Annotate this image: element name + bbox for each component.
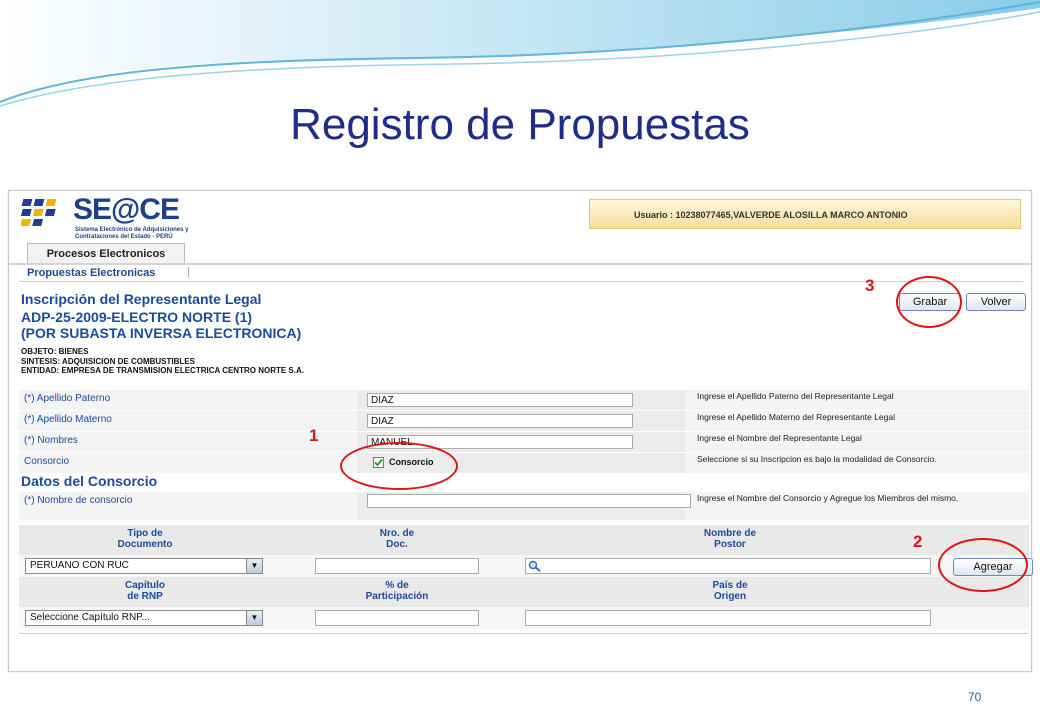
row-consorcio: Consorcio Consorcio Seleccione si su Ins… bbox=[19, 453, 1029, 474]
members-grid-row-1: PERUANO CON RUC ▼ Agregar bbox=[19, 555, 1033, 577]
row-apellido-paterno: (*) Apellido Paterno DIAZ Ingrese el Ape… bbox=[19, 390, 1029, 411]
nombres-label: (*) Nombres bbox=[24, 435, 78, 446]
process-line-1: ADP-25-2009-ELECTRO NORTE (1) bbox=[21, 309, 253, 325]
apellido-paterno-input[interactable]: DIAZ bbox=[367, 393, 633, 407]
seace-logo-text: SE@CE bbox=[73, 193, 180, 226]
objeto-text: OBJETO: BIENES bbox=[21, 347, 89, 356]
tipo-documento-select[interactable]: PERUANO CON RUC ▼ bbox=[25, 558, 263, 574]
apellido-materno-cell: DIAZ bbox=[357, 411, 685, 431]
volver-button[interactable]: Volver bbox=[966, 293, 1026, 311]
row-nombre-consorcio: (*) Nombre de consorcio Ingrese el Nombr… bbox=[19, 492, 1029, 521]
row-nombres: (*) Nombres MANUEL Ingrese el Nombre del… bbox=[19, 432, 1029, 453]
seace-logo-icon bbox=[20, 199, 57, 226]
annotation-circle-2 bbox=[938, 538, 1028, 592]
subtab-propuestas-electronicas[interactable]: Propuestas Electronicas bbox=[27, 267, 155, 279]
grid-bottom-divider bbox=[19, 633, 1029, 634]
participacion-input[interactable] bbox=[315, 610, 479, 626]
nombre-postor-input[interactable] bbox=[525, 558, 931, 574]
annotation-number-3: 3 bbox=[865, 276, 875, 295]
row-apellido-materno: (*) Apellido Materno DIAZ Ingrese el Ape… bbox=[19, 411, 1029, 432]
search-icon[interactable] bbox=[528, 560, 542, 572]
annotation-circle-1 bbox=[340, 442, 458, 490]
nombre-consorcio-hint: Ingrese el Nombre del Consorcio y Agregu… bbox=[697, 493, 959, 503]
process-meta: OBJETO: BIENES SINTESIS: ADQUISICION DE … bbox=[21, 347, 304, 376]
apellido-materno-hint: Ingrese el Apellido Materno del Represen… bbox=[697, 412, 895, 422]
user-label: Usuario : bbox=[634, 210, 674, 220]
consorcio-label: Consorcio bbox=[24, 456, 70, 467]
capitulo-rnp-value: Seleccione Capítulo RNP... bbox=[30, 612, 150, 623]
dropdown-arrow-icon[interactable]: ▼ bbox=[246, 611, 262, 625]
user-value: 10238077465,VALVERDE ALOSILLA MARCO ANTO… bbox=[675, 210, 908, 220]
apellido-paterno-cell: DIAZ bbox=[357, 390, 685, 410]
apellido-materno-input[interactable]: DIAZ bbox=[367, 414, 633, 428]
tab-procesos-electronicos[interactable]: Procesos Electronicos bbox=[27, 243, 185, 264]
seace-logo: SE@CE Sistema Electrónico de Adquisicion… bbox=[20, 193, 188, 240]
header-wave-decoration bbox=[0, 0, 1040, 107]
members-grid-header-2 bbox=[19, 577, 1029, 607]
capitulo-rnp-select[interactable]: Seleccione Capítulo RNP... ▼ bbox=[25, 610, 263, 626]
annotation-number-2: 2 bbox=[913, 532, 923, 551]
consorcio-section-title: Datos del Consorcio bbox=[21, 473, 158, 489]
members-grid-row-2: Seleccione Capítulo RNP... ▼ bbox=[19, 607, 1029, 629]
process-title: ADP-25-2009-ELECTRO NORTE (1) (POR SUBAS… bbox=[21, 309, 301, 341]
nombres-hint: Ingrese el Nombre del Representante Lega… bbox=[697, 433, 862, 443]
annotation-number-1: 1 bbox=[309, 426, 319, 445]
members-grid-header-1 bbox=[19, 525, 1029, 555]
subtab-separator: | bbox=[187, 266, 190, 278]
annotation-circle-3 bbox=[896, 276, 962, 328]
apellido-materno-label: (*) Apellido Materno bbox=[24, 414, 112, 425]
nombre-consorcio-cell bbox=[357, 492, 691, 520]
apellido-paterno-label: (*) Apellido Paterno bbox=[24, 393, 111, 404]
page-number: 70 bbox=[968, 690, 982, 704]
sintesis-text: SINTESIS: ADQUISICION DE COMBUSTIBLES bbox=[21, 356, 195, 366]
nro-doc-input[interactable] bbox=[315, 558, 479, 574]
apellido-paterno-hint: Ingrese el Apellido Paterno del Represen… bbox=[697, 391, 894, 401]
seace-logo-subtitle: Sistema Electrónico de Adquisiciones y C… bbox=[75, 227, 189, 240]
pais-origen-input[interactable] bbox=[525, 610, 931, 626]
dropdown-arrow-icon[interactable]: ▼ bbox=[246, 559, 262, 573]
tab-divider bbox=[9, 263, 1031, 265]
tipo-documento-value: PERUANO CON RUC bbox=[30, 560, 129, 571]
seace-screen: SE@CE Sistema Electrónico de Adquisicion… bbox=[8, 190, 1033, 672]
nombre-consorcio-label: (*) Nombre de consorcio bbox=[24, 495, 133, 506]
slide-title: Registro de Propuestas bbox=[290, 100, 750, 149]
consorcio-hint: Seleccione si su Inscripcion es bajo la … bbox=[697, 454, 937, 464]
entidad-text: ENTIDAD: EMPRESA DE TRANSMISION ELECTRIC… bbox=[21, 366, 304, 375]
process-line-2: (POR SUBASTA INVERSA ELECTRONICA) bbox=[21, 325, 302, 341]
nombre-consorcio-input[interactable] bbox=[367, 494, 691, 508]
user-info-bar: Usuario : 10238077465,VALVERDE ALOSILLA … bbox=[589, 199, 1021, 229]
section-title: Inscripción del Representante Legal bbox=[21, 291, 262, 307]
